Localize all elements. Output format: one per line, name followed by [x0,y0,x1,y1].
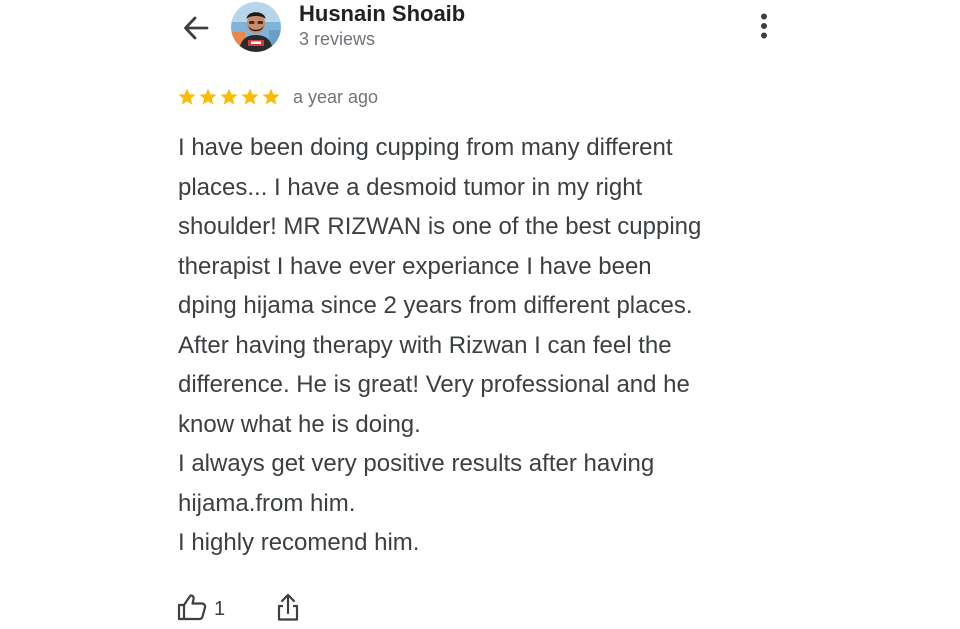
more-vertical-icon [760,12,768,45]
star-icon [199,88,217,105]
review-text-line: I have been doing cupping from many diff… [178,134,673,161]
review-date: a year ago [293,86,379,107]
review-text-line: shoulder! MR RIZWAN is one of the best c… [178,213,702,240]
review-text-line: therapist I have ever experiance I have … [178,252,652,280]
avatar[interactable] [231,2,281,52]
star-icon [262,88,280,105]
share-icon [275,592,301,627]
star-icon [178,88,196,105]
star-rating [177,87,281,107]
review-text-line: I always get very positive results after… [178,450,655,477]
more-options-button[interactable] [748,10,780,46]
back-button[interactable] [178,12,214,48]
review-actions: 1 [176,592,301,626]
review-text-line: difference. He is great! Very profession… [178,371,690,398]
rating-row: a year ago [177,84,378,110]
thumbs-up-icon [176,592,208,627]
review-text-line: I highly recomend him. [178,529,420,556]
review-text-line: After having therapy with Rizwan I can f… [178,331,672,359]
like-count: 1 [214,597,226,620]
review-text-line: dping hijama since 2 years from differen… [178,292,693,319]
like-button[interactable]: 1 [176,592,225,627]
review-text-line: hijama.from him. [178,489,356,517]
review-text: I have been doing cupping from many diff… [178,128,818,563]
review-text-line: know what he is doing. [178,410,421,438]
star-icon [241,88,259,105]
arrow-left-icon [182,14,210,47]
review-count: 3 reviews [299,29,376,49]
review-text-line: places... I have a desmoid tumor in my r… [178,173,643,201]
star-icon [220,88,238,105]
author-name[interactable]: Husnain Shoaib [299,1,465,27]
share-button[interactable] [275,592,301,627]
